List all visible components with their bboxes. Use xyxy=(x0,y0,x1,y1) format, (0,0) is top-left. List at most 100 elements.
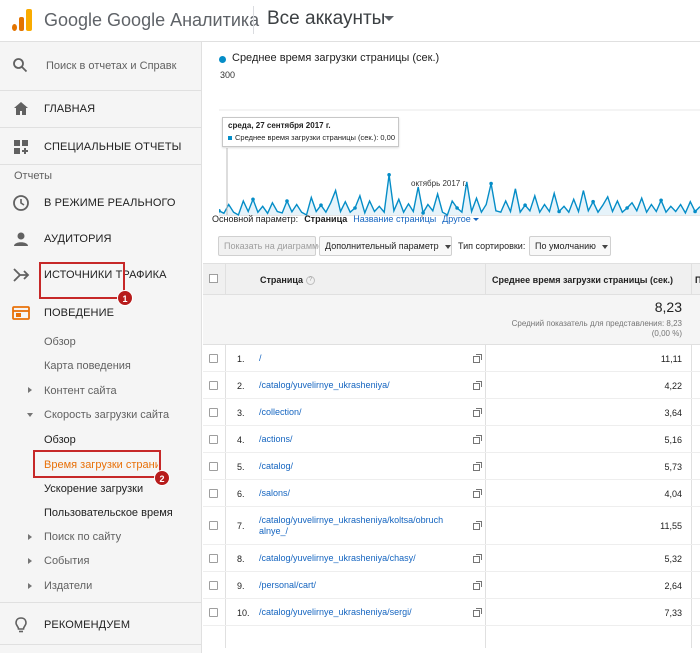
row-checkbox[interactable] xyxy=(209,381,218,390)
chart-legend[interactable]: Среднее время загрузки страницы (сек.) xyxy=(232,52,439,64)
site-content-link[interactable]: Контент сайта xyxy=(44,385,117,397)
table-row[interactable]: 8. /catalog/yuvelirnye_ukrasheniya/chasy/… xyxy=(203,545,700,572)
column-header-page[interactable]: Страница? xyxy=(260,275,316,286)
open-page-icon[interactable] xyxy=(473,554,482,563)
open-page-icon[interactable] xyxy=(473,354,482,363)
row-checkbox[interactable] xyxy=(209,354,218,363)
sidebar-item-audience[interactable]: АУДИТОРИЯ xyxy=(0,220,202,256)
publisher-link[interactable]: Издатели xyxy=(44,580,92,592)
site-search-link[interactable]: Поиск по сайту xyxy=(44,531,121,543)
sidebar-item-recommended[interactable]: РЕКОМЕНДУЕМ xyxy=(0,606,202,642)
account-selector[interactable]: Все аккаунты xyxy=(267,8,385,30)
open-page-icon[interactable] xyxy=(473,381,482,390)
table-row[interactable]: 6. /salons/4,04 xyxy=(203,480,700,507)
row-metric-value: 4,22 xyxy=(664,381,682,391)
chart-tooltip: среда, 27 сентября 2017 г. Среднее время… xyxy=(222,117,399,147)
behavior-overview-link[interactable]: Обзор xyxy=(44,336,76,348)
row-number: 7. xyxy=(237,521,245,531)
row-checkbox[interactable] xyxy=(209,554,218,563)
search-input[interactable]: Поиск в отчетах и Справк xyxy=(46,60,198,72)
speed-overview-link[interactable]: Обзор xyxy=(44,434,76,446)
clock-icon xyxy=(13,195,29,211)
open-page-icon[interactable] xyxy=(473,521,482,530)
row-checkbox[interactable] xyxy=(209,608,218,617)
row-number: 9. xyxy=(237,581,245,591)
open-page-icon[interactable] xyxy=(473,408,482,417)
column-header-next[interactable]: П xyxy=(695,275,700,285)
dashboard-icon xyxy=(14,140,28,154)
row-page-link[interactable]: /catalog/yuvelirnye_ukrasheniya/ xyxy=(259,380,390,391)
sidebar-item-behavior[interactable]: ПОВЕДЕНИЕ xyxy=(0,294,202,330)
row-page-link[interactable]: /catalog/yuvelirnye_ukrasheniya/sergi/ xyxy=(259,607,412,618)
site-speed-link[interactable]: Скорость загрузки сайта xyxy=(44,409,169,421)
data-point xyxy=(625,206,629,210)
table-row[interactable]: 4. /actions/5,16 xyxy=(203,426,700,453)
collapse-icon[interactable] xyxy=(27,413,33,417)
row-page-link[interactable]: /actions/ xyxy=(259,434,293,445)
behavior-flow-link[interactable]: Карта поведения xyxy=(44,360,131,372)
row-page-link[interactable]: /catalog/yuvelirnye_ukrasheniya/chasy/ xyxy=(259,553,416,564)
sidebar-item-home[interactable]: ГЛАВНАЯ xyxy=(0,90,202,126)
expand-icon[interactable] xyxy=(28,558,32,564)
row-page-link[interactable]: /salons/ xyxy=(259,488,290,499)
row-checkbox[interactable] xyxy=(209,581,218,590)
plot-rows-button[interactable]: Показать на диаграмме xyxy=(218,236,323,256)
account-dropdown-icon[interactable] xyxy=(384,16,394,21)
column-header-avg-load-time[interactable]: Среднее время загрузки страницы (сек.) xyxy=(492,275,673,285)
behavior-icon xyxy=(12,306,30,320)
open-page-icon[interactable] xyxy=(473,462,482,471)
table-row[interactable]: 7. /catalog/yuvelirnye_ukrasheniya/koltsa… xyxy=(203,507,700,545)
dimension-page[interactable]: Страница xyxy=(304,214,347,224)
row-metric-value: 4,04 xyxy=(664,489,682,499)
row-page-link[interactable]: /collection/ xyxy=(259,407,302,418)
help-icon[interactable]: ? xyxy=(306,276,316,286)
data-point xyxy=(251,197,255,202)
expand-icon[interactable] xyxy=(28,387,32,393)
row-page-link[interactable]: /catalog/yuvelirnye_ukrasheniya/koltsa/o… xyxy=(259,515,443,537)
row-number: 8. xyxy=(237,554,245,564)
row-checkbox[interactable] xyxy=(209,435,218,444)
table-row[interactable]: 5. /catalog/5,73 xyxy=(203,453,700,480)
sidebar-item-custom-reports[interactable]: СПЕЦИАЛЬНЫЕ ОТЧЕТЫ xyxy=(0,128,202,164)
open-page-icon[interactable] xyxy=(473,435,482,444)
table-row[interactable]: 3. /collection/3,64 xyxy=(203,399,700,426)
sidebar-search[interactable]: Поиск в отчетах и Справк xyxy=(0,42,202,91)
row-page-link[interactable]: /personal/cart/ xyxy=(259,580,316,591)
row-checkbox[interactable] xyxy=(209,462,218,471)
chevron-down-icon[interactable] xyxy=(472,218,479,222)
line-chart[interactable] xyxy=(219,82,700,227)
events-link[interactable]: События xyxy=(44,555,89,567)
expand-icon[interactable] xyxy=(28,583,32,589)
home-icon xyxy=(14,102,28,115)
select-all-checkbox[interactable] xyxy=(209,274,218,283)
sidebar-item-label: ГЛАВНАЯ xyxy=(44,103,96,115)
row-number: 10. xyxy=(237,608,250,618)
x-axis-label: октябрь 2017 г. xyxy=(411,179,467,188)
tooltip-series-marker xyxy=(228,136,232,141)
row-checkbox[interactable] xyxy=(209,521,218,530)
sidebar-item-realtime[interactable]: В РЕЖИМЕ РЕАЛЬНОГО xyxy=(0,184,202,220)
speed-suggestions-link[interactable]: Ускорение загрузки xyxy=(44,483,143,495)
table-row[interactable]: 10. /catalog/yuvelirnye_ukrasheniya/sergi… xyxy=(203,599,700,626)
data-point xyxy=(523,203,527,207)
open-page-icon[interactable] xyxy=(473,608,482,617)
row-checkbox[interactable] xyxy=(209,408,218,417)
row-metric-value: 5,32 xyxy=(664,554,682,564)
data-point xyxy=(557,209,561,214)
sort-type-dropdown[interactable]: По умолчанию xyxy=(529,236,611,256)
user-timings-link[interactable]: Пользовательское время xyxy=(44,507,173,519)
analytics-logo-icon[interactable] xyxy=(12,9,34,31)
row-page-link[interactable]: /catalog/ xyxy=(259,461,293,472)
dimension-page-title[interactable]: Название страницы xyxy=(353,214,436,224)
open-page-icon[interactable] xyxy=(473,489,482,498)
row-checkbox[interactable] xyxy=(209,489,218,498)
dimension-other[interactable]: Другое xyxy=(442,214,471,224)
row-page-link[interactable]: / xyxy=(259,353,262,364)
expand-icon[interactable] xyxy=(28,534,32,540)
table-row[interactable]: 2. /catalog/yuvelirnye_ukrasheniya/4,22 xyxy=(203,372,700,399)
data-point xyxy=(455,206,459,210)
open-page-icon[interactable] xyxy=(473,581,482,590)
table-row[interactable]: 1. / 11,11 xyxy=(203,345,700,372)
secondary-dimension-dropdown[interactable]: Дополнительный параметр xyxy=(319,236,452,256)
table-row[interactable]: 9. /personal/cart/2,64 xyxy=(203,572,700,599)
